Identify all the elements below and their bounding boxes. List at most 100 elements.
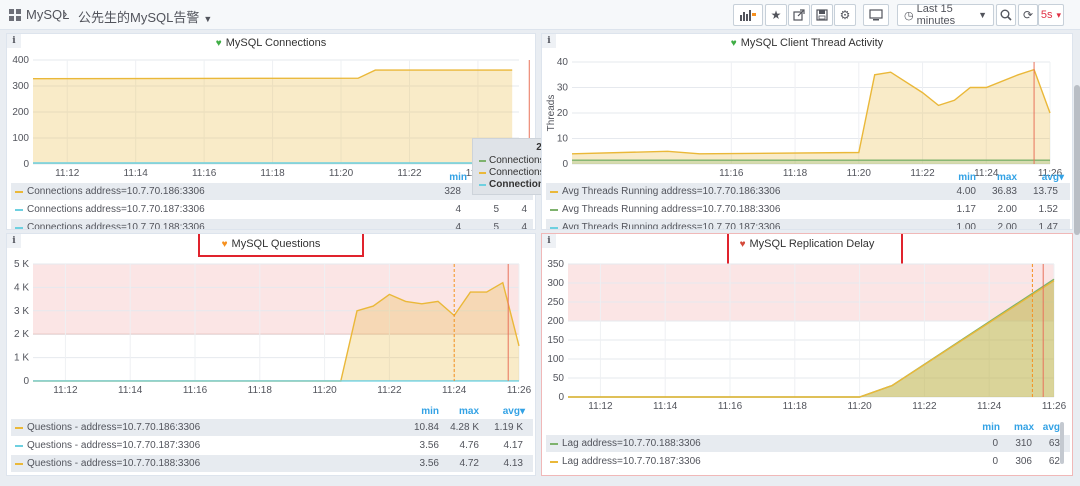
legend-label[interactable]: Connections address=10.7.70.188:3306	[27, 222, 205, 229]
legend-row[interactable]: Connections address=10.7.70.186:3306 328	[11, 183, 533, 200]
legend-swatch[interactable]	[550, 461, 558, 463]
legend-swatch[interactable]	[15, 227, 23, 229]
legend-header-max[interactable]: max	[445, 406, 479, 417]
legend-row[interactable]: Questions - address=10.7.70.186:3306 10.8…	[11, 419, 533, 436]
y-tick-label: 0	[23, 159, 29, 170]
refresh-button[interactable]: ⟳	[1018, 4, 1038, 26]
legend-header-avg[interactable]: avg▾	[1024, 172, 1064, 183]
legend-label[interactable]: Questions - address=10.7.70.188:3306	[27, 458, 200, 469]
legend-header-avg[interactable]: avg▾	[485, 406, 525, 417]
legend-label[interactable]: Avg Threads Running address=10.7.70.186:…	[562, 186, 780, 197]
legend-label[interactable]: Lag address=10.7.70.187:3306	[562, 456, 701, 467]
legend-header-min[interactable]: min	[405, 406, 439, 417]
apps-icon[interactable]	[9, 9, 21, 21]
share-button[interactable]	[788, 4, 810, 26]
legend-swatch[interactable]	[15, 427, 23, 429]
time-range-picker[interactable]: ◷ Last 15 minutes ▼	[897, 3, 994, 27]
legend-header-max[interactable]: max	[987, 172, 1017, 183]
legend-label[interactable]: Lag address=10.7.70.188:3306	[562, 438, 701, 449]
heart-ok-icon: ♥	[730, 38, 737, 49]
legend-swatch[interactable]	[550, 209, 558, 211]
legend-min-value: 1.17	[956, 204, 976, 215]
legend-row[interactable]: Connections address=10.7.70.187:3306 4 5 4	[11, 201, 533, 218]
legend-max-value: 4.72	[459, 458, 479, 469]
replication-legend: min max avg Lag address=10.7.70.188:3306…	[542, 422, 1072, 475]
legend-row[interactable]: Lag address=10.7.70.188:3306 0 310 63	[546, 435, 1070, 452]
legend-label[interactable]: Connections address=10.7.70.186:3306	[27, 186, 205, 197]
y-tick-label: 350	[547, 259, 564, 270]
x-tick-label: 11:12	[53, 385, 78, 396]
legend-min-value: 328	[444, 186, 461, 197]
y-tick-label: 150	[547, 335, 564, 346]
panel-title[interactable]: ♥ MySQL Client Thread Activity	[542, 37, 1072, 49]
legend-row[interactable]: Questions - address=10.7.70.188:3306 3.56…	[11, 455, 533, 472]
y-tick-label: 0	[558, 392, 564, 403]
y-tick-label: 30	[557, 83, 569, 94]
y-tick-label: 20	[557, 108, 569, 119]
y-tick-label: 40	[557, 57, 569, 68]
legend-min-value: 10.84	[413, 422, 439, 433]
settings-button[interactable]: ⚙	[834, 4, 856, 26]
legend-label[interactable]: Questions - address=10.7.70.187:3306	[27, 440, 200, 451]
legend-swatch[interactable]	[550, 443, 558, 445]
refresh-interval-picker[interactable]: 5s ▾	[1038, 4, 1064, 26]
legend-label[interactable]: Questions - address=10.7.70.186:3306	[27, 422, 200, 433]
legend-row[interactable]: Lag address=10.7.70.187:3306 0 306 62	[546, 453, 1070, 470]
legend-header-min[interactable]: min	[946, 172, 976, 183]
legend-min-value: 4	[455, 222, 461, 230]
tv-mode-button[interactable]	[863, 4, 889, 26]
x-tick-label: 11:20	[312, 385, 337, 396]
legend-min-value: 4.00	[956, 186, 976, 197]
legend-swatch[interactable]	[15, 209, 23, 211]
dashboard-title-text: 公先生的MySQL告警	[78, 10, 200, 25]
x-tick-label: 11:16	[183, 385, 208, 396]
legend-row[interactable]: Avg Threads Running address=10.7.70.186:…	[546, 183, 1070, 200]
questions-chart: 0 1 K 2 K 3 K 4 K 5 K 11:12 11:14 11:16 11:18 11:2…	[14, 259, 532, 396]
tv-mode-icon	[869, 9, 883, 21]
legend-swatch[interactable]	[550, 227, 558, 229]
panel-title-text: MySQL Connections	[225, 37, 327, 49]
legend-header-avg[interactable]: avg	[1030, 422, 1060, 433]
replication-delay-chart: 0 50 100 150 200 250 300 350 11:12 11:14 11:16 11:1…	[547, 259, 1066, 412]
legend-row[interactable]: Avg Threads Running address=10.7.70.187:…	[546, 219, 1070, 229]
x-tick-label: 11:18	[783, 401, 808, 412]
page-scrollbar[interactable]	[1074, 85, 1080, 235]
panel-mysql-questions: i ♥ MySQL Questions 01 K2 K3 K4 K5 K 11:12…	[6, 233, 536, 476]
legend-label[interactable]: Avg Threads Running address=10.7.70.187:…	[562, 222, 780, 229]
add-panel-button[interactable]	[733, 4, 763, 26]
y-tick-label: 4 K	[14, 282, 29, 293]
legend-swatch[interactable]	[15, 463, 23, 465]
legend-label[interactable]: Connections address=10.7.70.187:3306	[27, 204, 205, 215]
legend-scrollbar[interactable]	[1060, 422, 1064, 464]
connections-chart: 010020030040011:12 11:14 11:16 11:18 11:20 11…	[12, 55, 530, 179]
add-panel-icon	[740, 10, 756, 21]
legend-header-min[interactable]: min	[437, 172, 467, 183]
legend-min-value: 3.56	[419, 458, 439, 469]
legend-min-value: 4	[455, 204, 461, 215]
legend-header-min[interactable]: min	[970, 422, 1000, 433]
legend-label[interactable]: Avg Threads Running address=10.7.70.188:…	[562, 204, 780, 215]
x-tick-label: 11:18	[248, 385, 273, 396]
time-range-label: Last 15 minutes	[916, 3, 956, 27]
y-tick-label: 10	[557, 134, 569, 145]
chevron-down-icon: ▼	[978, 10, 987, 20]
legend-row[interactable]: Connections address=10.7.70.188:3306 4 5 4	[11, 219, 533, 230]
y-tick-label: 100	[12, 133, 29, 144]
star-button[interactable]: ★	[765, 4, 787, 26]
save-button[interactable]	[811, 4, 833, 26]
legend-avg-value: 4.17	[503, 440, 523, 451]
star-icon: ★	[770, 8, 782, 22]
panel-title-text: MySQL Client Thread Activity	[740, 37, 884, 49]
dashboard-title[interactable]: 公先生的MySQL告警 ▼	[78, 7, 212, 26]
legend-swatch[interactable]	[15, 191, 23, 193]
panel-title[interactable]: ♥ MySQL Connections	[7, 37, 535, 49]
x-tick-label: 11:26	[507, 385, 532, 396]
y-tick-label: 200	[12, 107, 29, 118]
y-axis-label: Threads	[546, 95, 557, 132]
zoom-out-button[interactable]	[996, 4, 1016, 26]
series-area	[33, 70, 513, 164]
legend-row[interactable]: Avg Threads Running address=10.7.70.188:…	[546, 201, 1070, 218]
legend-swatch[interactable]	[550, 191, 558, 193]
legend-row[interactable]: Questions - address=10.7.70.187:3306 3.56…	[11, 437, 533, 454]
legend-swatch[interactable]	[15, 445, 23, 447]
